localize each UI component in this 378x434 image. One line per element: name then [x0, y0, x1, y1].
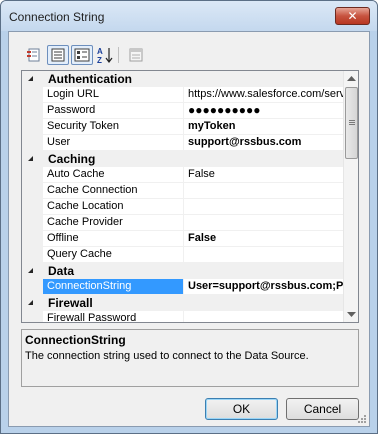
- property-row[interactable]: Login URL https://www.salesforce.com/serv: [22, 87, 343, 103]
- categorized-sort-button[interactable]: [71, 45, 93, 65]
- property-name[interactable]: Login URL: [43, 87, 184, 103]
- row-gutter: [22, 295, 43, 311]
- property-row[interactable]: ConnectionString User=support@rssbus.com;…: [22, 279, 343, 295]
- scroll-up-arrow-icon[interactable]: [344, 71, 358, 86]
- property-value[interactable]: User=support@rssbus.com;Pa: [184, 279, 343, 295]
- title-bar[interactable]: Connection String ✕: [1, 1, 377, 31]
- ok-button[interactable]: OK: [205, 398, 278, 420]
- property-value[interactable]: False: [184, 167, 343, 183]
- categorized-toggle-button[interactable]: [47, 45, 69, 65]
- property-name[interactable]: Query Cache: [43, 247, 184, 263]
- property-grid: Authentication Login URL https://www.sales…: [21, 70, 359, 323]
- property-grid-toolbar: A Z: [23, 44, 163, 66]
- property-value[interactable]: [184, 183, 343, 199]
- row-gutter: [22, 231, 43, 247]
- property-row[interactable]: Cache Provider: [22, 215, 343, 231]
- row-gutter: [22, 135, 43, 151]
- row-gutter: [22, 71, 43, 87]
- row-gutter: [22, 215, 43, 231]
- property-row[interactable]: Password ●●●●●●●●●●: [22, 103, 343, 119]
- property-row[interactable]: Query Cache: [22, 247, 343, 263]
- category-label: Authentication: [48, 72, 132, 86]
- vertical-scrollbar[interactable]: [343, 71, 358, 322]
- row-gutter: [22, 311, 43, 322]
- property-name[interactable]: Password: [43, 103, 184, 119]
- alphabetical-button[interactable]: A Z: [94, 45, 116, 65]
- property-pages-icon: [129, 48, 143, 62]
- window-title: Connection String: [9, 10, 105, 24]
- property-row[interactable]: Security Token myToken: [22, 119, 343, 135]
- property-value[interactable]: [184, 311, 343, 322]
- category-label: Caching: [48, 152, 96, 166]
- help-title: ConnectionString: [25, 333, 126, 347]
- row-gutter: [22, 119, 43, 135]
- categorized-view-icon: [27, 48, 40, 62]
- connection-string-dialog: Connection String ✕ A Z Authentication L…: [0, 0, 378, 434]
- property-name[interactable]: Firewall Password: [43, 311, 184, 322]
- close-button[interactable]: ✕: [335, 7, 370, 25]
- property-name[interactable]: ConnectionString: [43, 279, 184, 295]
- alphabetical-sort-icon: A Z: [97, 47, 113, 64]
- row-gutter: [22, 167, 43, 183]
- collapse-triangle-icon[interactable]: [28, 156, 33, 161]
- property-row[interactable]: Firewall Password: [22, 311, 343, 322]
- property-row[interactable]: User support@rssbus.com: [22, 135, 343, 151]
- close-icon: ✕: [347, 9, 358, 23]
- property-row[interactable]: Cache Connection: [22, 183, 343, 199]
- scrollbar-thumb[interactable]: [345, 87, 358, 159]
- row-gutter: [22, 87, 43, 103]
- property-value[interactable]: [184, 199, 343, 215]
- categorized-sort-icon: [74, 48, 90, 62]
- property-row[interactable]: Cache Location: [22, 199, 343, 215]
- category-band: [43, 263, 343, 279]
- svg-text:Z: Z: [97, 56, 102, 64]
- property-name[interactable]: Security Token: [43, 119, 184, 135]
- property-value[interactable]: [184, 247, 343, 263]
- row-gutter: [22, 279, 43, 295]
- property-name[interactable]: User: [43, 135, 184, 151]
- category-label: Firewall: [48, 296, 93, 310]
- row-gutter: [22, 103, 43, 119]
- category-row[interactable]: Data: [22, 263, 343, 279]
- help-panel: ConnectionString The connection string u…: [21, 329, 359, 387]
- property-row[interactable]: Auto Cache False: [22, 167, 343, 183]
- property-pages-button[interactable]: [125, 45, 147, 65]
- category-row[interactable]: Authentication: [22, 71, 343, 87]
- property-name[interactable]: Auto Cache: [43, 167, 184, 183]
- property-row[interactable]: Offline False: [22, 231, 343, 247]
- resize-grip-icon[interactable]: [357, 414, 367, 424]
- property-name[interactable]: Cache Connection: [43, 183, 184, 199]
- property-value[interactable]: False: [184, 231, 343, 247]
- collapse-triangle-icon[interactable]: [28, 300, 33, 305]
- row-gutter: [22, 263, 43, 279]
- property-name[interactable]: Cache Provider: [43, 215, 184, 231]
- property-value[interactable]: https://www.salesforce.com/serv: [184, 87, 343, 103]
- row-gutter: [22, 151, 43, 167]
- property-value[interactable]: ●●●●●●●●●●: [184, 103, 343, 119]
- category-row[interactable]: Caching: [22, 151, 343, 167]
- help-description: The connection string used to connect to…: [25, 350, 309, 362]
- category-label: Data: [48, 264, 75, 278]
- collapse-triangle-icon[interactable]: [28, 268, 33, 273]
- svg-text:A: A: [97, 47, 103, 56]
- property-value[interactable]: [184, 215, 343, 231]
- dialog-body: A Z Authentication Login URL https://www.s…: [8, 31, 370, 427]
- list-view-icon: [51, 48, 65, 62]
- categorized-button[interactable]: [23, 45, 45, 65]
- row-gutter: [22, 247, 43, 263]
- scroll-down-arrow-icon[interactable]: [344, 307, 358, 322]
- cancel-button[interactable]: Cancel: [286, 398, 359, 420]
- row-gutter: [22, 199, 43, 215]
- property-value[interactable]: myToken: [184, 119, 343, 135]
- category-row[interactable]: Firewall: [22, 295, 343, 311]
- property-name[interactable]: Cache Location: [43, 199, 184, 215]
- toolbar-separator: [118, 47, 119, 63]
- property-value[interactable]: support@rssbus.com: [184, 135, 343, 151]
- row-gutter: [22, 183, 43, 199]
- property-name[interactable]: Offline: [43, 231, 184, 247]
- collapse-triangle-icon[interactable]: [28, 76, 33, 81]
